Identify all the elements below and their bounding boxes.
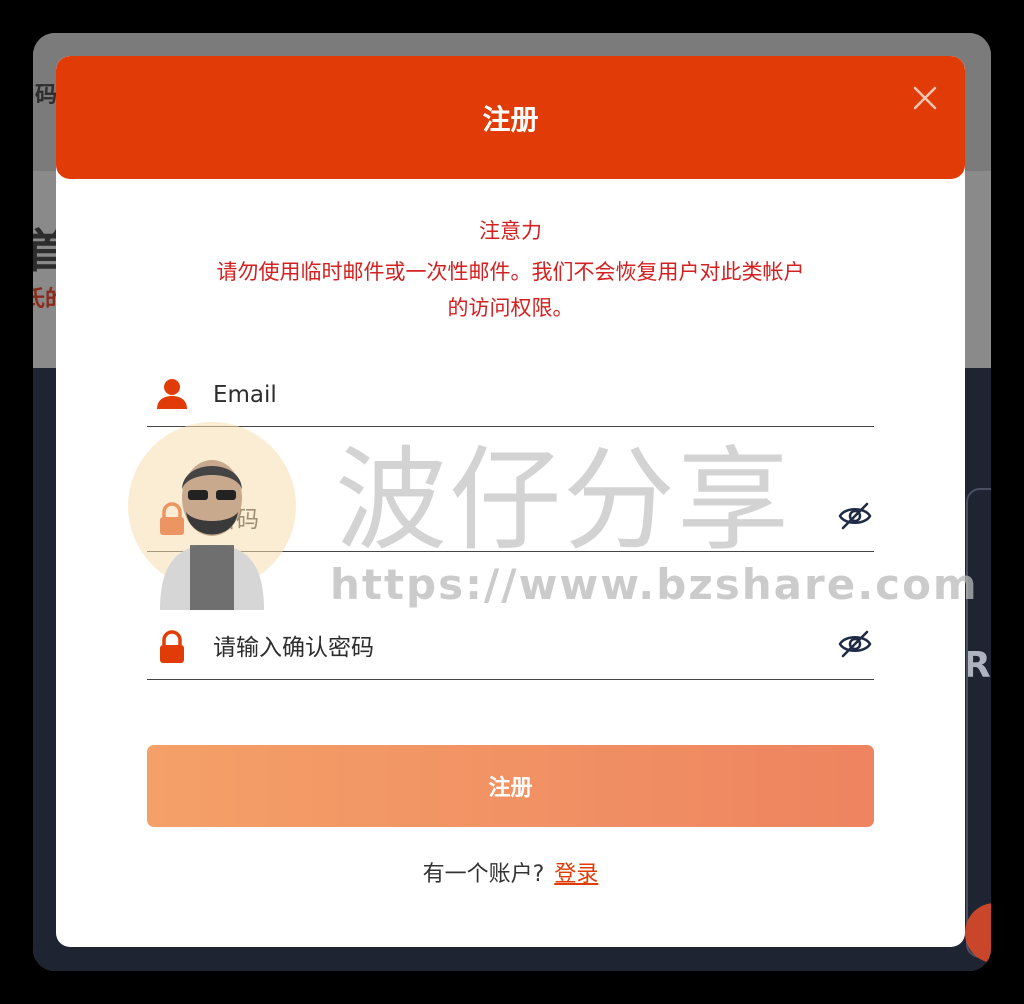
register-modal: 注册 注意力 请勿使用临时邮件或一次性邮件。我们不会恢复用户对此类帐户 的访问权… <box>56 56 965 947</box>
password-input[interactable] <box>213 500 813 540</box>
modal-title: 注册 <box>482 103 539 136</box>
background-card <box>966 488 991 958</box>
login-prompt-text: 有一个账户? <box>422 862 545 887</box>
lock-icon <box>160 502 184 535</box>
register-button[interactable]: 注册 <box>147 745 874 827</box>
background-text-fragment: 码 <box>35 83 58 108</box>
confirm-password-input[interactable] <box>213 628 813 668</box>
lock-icon <box>160 630 184 663</box>
modal-header: 注册 <box>56 56 965 179</box>
email-field <box>147 353 874 427</box>
password-field <box>147 478 874 552</box>
confirm-password-field <box>147 606 874 680</box>
eye-off-icon[interactable] <box>837 498 873 534</box>
notice-text-line2: 的访问权限。 <box>447 296 574 320</box>
notice-text-line1: 请勿使用临时邮件或一次性邮件。我们不会恢复用户对此类帐户 <box>216 260 805 284</box>
eye-off-icon[interactable] <box>837 626 873 662</box>
login-link[interactable]: 登录 <box>554 862 598 887</box>
notice-title: 注意力 <box>479 219 542 243</box>
close-icon[interactable] <box>911 84 939 112</box>
user-icon <box>157 379 187 409</box>
email-input[interactable] <box>213 375 813 415</box>
login-prompt-row: 有一个账户? 登录 <box>56 856 965 888</box>
